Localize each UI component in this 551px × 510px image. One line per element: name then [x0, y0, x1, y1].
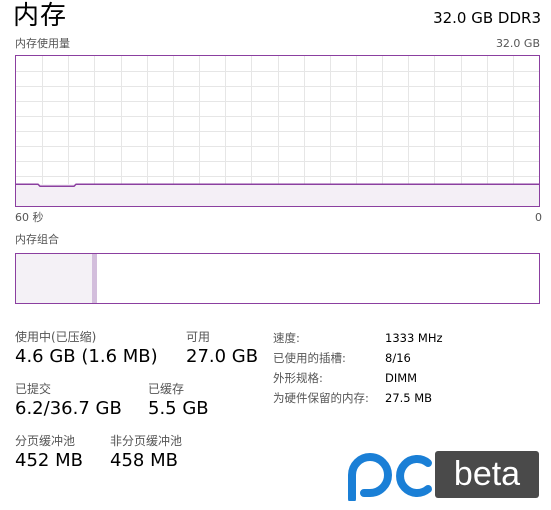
- beta-logo-box: beta: [435, 451, 539, 498]
- stat-cached-value: 5.5 GB: [148, 398, 209, 419]
- memory-usage-chart: [16, 56, 539, 206]
- graph-time-end-label: 0: [535, 211, 542, 224]
- stat-in-use-label: 使用中(已压缩): [15, 330, 97, 344]
- pc-logo-icon: [348, 453, 432, 503]
- detail-hardware-reserved-key: 为硬件保留的内存:: [273, 391, 369, 405]
- stat-cached-label: 已缓存: [148, 382, 185, 396]
- memory-usage-graph: [15, 55, 540, 207]
- composition-label: 内存组合: [15, 233, 59, 246]
- stat-nonpaged-pool-label: 非分页缓冲池: [110, 434, 183, 448]
- page-title: 内存: [13, 1, 68, 31]
- detail-speed-key: 速度:: [273, 331, 300, 345]
- stat-committed: 已提交 6.2/36.7 GB: [15, 381, 122, 421]
- pcbeta-logo: beta: [346, 451, 542, 503]
- beta-logo-text: beta: [453, 455, 521, 493]
- stat-available-value: 27.0 GB: [186, 346, 259, 367]
- usage-graph-max-label: 32.0 GB: [495, 37, 540, 50]
- detail-form-factor-key: 外形规格:: [273, 371, 323, 385]
- memory-composition-bar: [15, 253, 540, 304]
- usage-graph-label: 内存使用量: [15, 37, 70, 50]
- composition-segment-free: [187, 254, 539, 303]
- stat-committed-label: 已提交: [15, 382, 52, 396]
- composition-segment-in-use: [16, 254, 93, 303]
- stat-paged-pool: 分页缓冲池 452 MB: [15, 433, 83, 473]
- stat-available: 可用 27.0 GB: [186, 329, 258, 369]
- detail-speed-value: 1333 MHz: [385, 331, 443, 345]
- stat-paged-pool-label: 分页缓冲池: [15, 434, 76, 448]
- detail-slots-key: 已使用的插槽:: [273, 351, 346, 365]
- stat-nonpaged-pool-value: 458 MB: [110, 450, 178, 471]
- usage-area: [16, 184, 539, 206]
- detail-hardware-reserved-value: 27.5 MB: [385, 391, 433, 405]
- detail-slots-value: 8/16: [385, 351, 411, 365]
- memory-spec: 32.0 GB DDR3: [433, 9, 541, 27]
- stat-nonpaged-pool: 非分页缓冲池 458 MB: [110, 433, 182, 473]
- graph-time-start-label: 60 秒: [15, 211, 44, 224]
- stat-cached: 已缓存 5.5 GB: [148, 381, 209, 421]
- detail-form-factor-value: DIMM: [385, 371, 418, 385]
- stat-paged-pool-value: 452 MB: [15, 450, 83, 471]
- memory-panel: 内存 32.0 GB DDR3 内存使用量 32.0 GB 60 秒 0 内存组…: [0, 0, 551, 510]
- stat-in-use-value: 4.6 GB (1.6 MB): [15, 346, 158, 367]
- stat-in-use: 使用中(已压缩) 4.6 GB (1.6 MB): [15, 329, 158, 369]
- composition-segment-standby: [97, 254, 188, 303]
- stat-committed-value: 6.2/36.7 GB: [15, 398, 122, 419]
- stat-available-label: 可用: [186, 330, 211, 344]
